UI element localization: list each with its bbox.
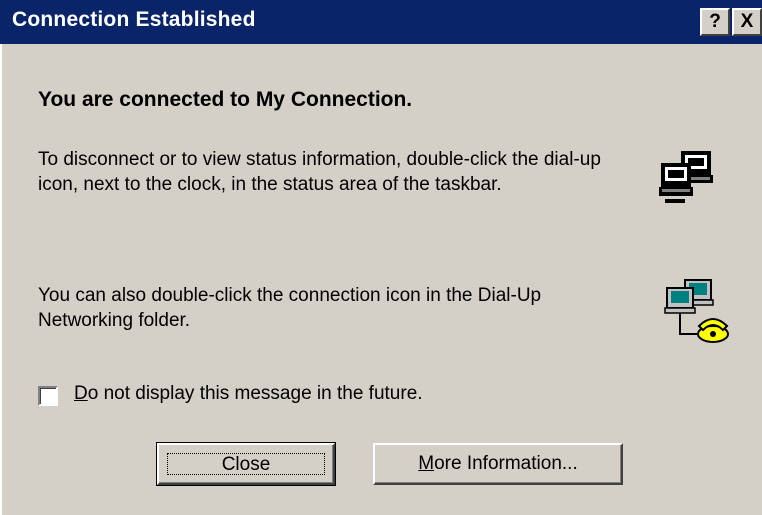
dial-up-networking-icon <box>664 279 729 343</box>
dialup-tray-computers-icon <box>659 151 713 203</box>
more-information-access-key: M <box>418 453 435 474</box>
connection-established-dialog: Connection Established ? X You are conne… <box>0 0 762 515</box>
close-button[interactable]: Close <box>156 442 336 486</box>
close-button-focus-ring: Close <box>167 453 325 475</box>
title-bar[interactable]: Connection Established ? X <box>0 0 762 44</box>
disconnect-instructions: To disconnect or to view status informat… <box>38 149 601 195</box>
help-button[interactable]: ? <box>700 8 730 36</box>
close-window-button[interactable]: X <box>732 8 762 36</box>
more-information-label: ore Information... <box>434 453 578 474</box>
do-not-display-checkbox[interactable] <box>38 386 58 406</box>
do-not-display-label-text: o not display this message in the future… <box>87 383 423 404</box>
help-icon: ? <box>709 11 721 32</box>
window-title: Connection Established <box>12 8 256 31</box>
dial-up-folder-instructions: You can also double-click the connection… <box>38 285 542 331</box>
do-not-display-label-access-key: D <box>74 383 88 404</box>
do-not-display-label[interactable]: Do not display this message in the futur… <box>74 383 423 405</box>
close-icon: X <box>740 11 754 32</box>
connection-heading: You are connected to My Connection. <box>38 88 413 111</box>
more-information-button[interactable]: More Information... <box>373 443 623 485</box>
close-button-label: Close <box>221 454 271 475</box>
